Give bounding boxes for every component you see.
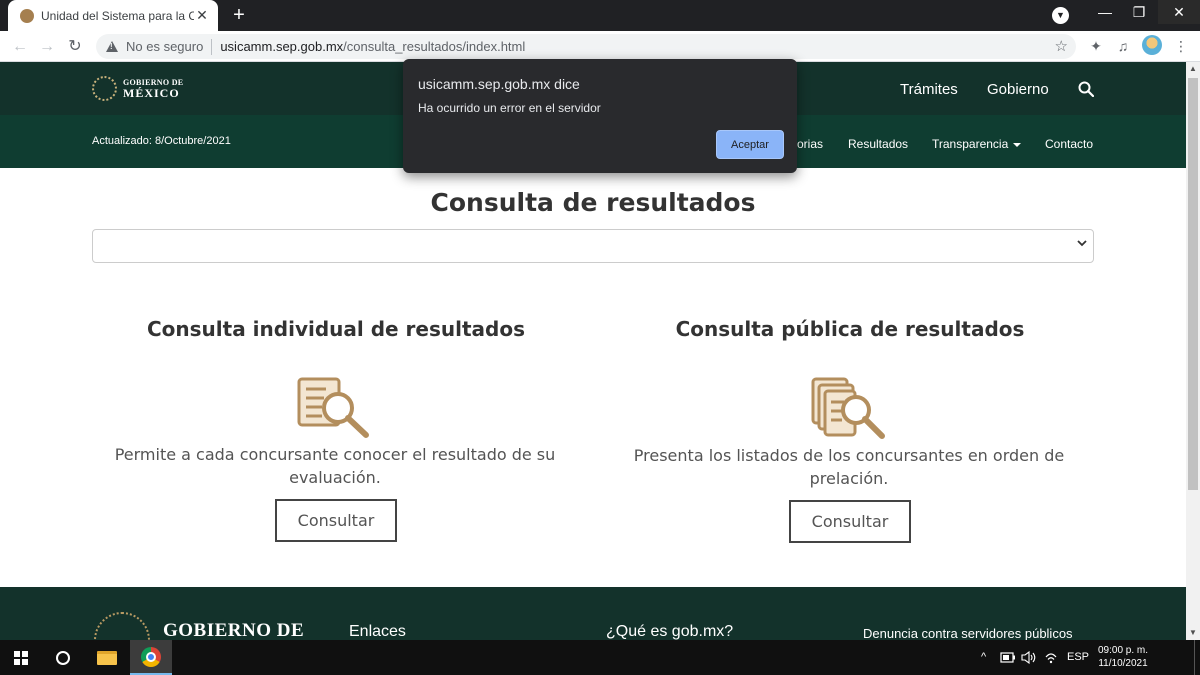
dialog-title: usicamm.sep.gob.mx dice — [418, 76, 580, 92]
scroll-up-icon[interactable]: ▲ — [1186, 62, 1200, 76]
documents-stack-search-icon — [811, 377, 885, 439]
national-seal-icon — [92, 76, 117, 101]
site-favicon-icon — [20, 8, 34, 23]
browser-menu-icon[interactable]: ⋮ — [1170, 35, 1192, 57]
card-publica-description: Presenta los listados de los concursante… — [633, 446, 1065, 488]
url-host[interactable]: usicamm.sep.gob.mx — [220, 39, 343, 54]
close-window-button[interactable]: ✕ — [1158, 0, 1200, 24]
subnav-transparencia-label: Transparencia — [932, 137, 1009, 151]
tray-overflow-icon[interactable]: ^ — [981, 651, 986, 663]
page-scrollbar[interactable]: ▲ ▼ — [1186, 62, 1200, 640]
scroll-thumb[interactable] — [1188, 78, 1198, 490]
url-path[interactable]: /consulta_resultados/index.html — [343, 39, 525, 54]
clock-time: 09:00 p. m. — [1097, 645, 1149, 656]
address-bar[interactable]: No es seguro usicamm.sep.gob.mx /consult… — [96, 34, 1076, 59]
logo-line2: MÉXICO — [123, 85, 180, 100]
folder-icon — [97, 650, 117, 665]
tab-title: Unidad del Sistema para la Carre — [41, 8, 194, 23]
browser-tab[interactable]: Unidad del Sistema para la Carre ✕ — [8, 0, 218, 31]
reload-icon[interactable]: ↻ — [63, 35, 87, 59]
search-icon[interactable] — [1078, 81, 1094, 97]
new-tab-button[interactable]: + — [228, 3, 250, 27]
cortana-icon — [56, 650, 70, 665]
profile-avatar[interactable] — [1142, 35, 1162, 55]
wifi-icon[interactable] — [1044, 651, 1058, 664]
media-control-icon[interactable]: ♫ — [1112, 35, 1134, 57]
dialog-message: Ha ocurrido un error en el servidor — [418, 101, 601, 115]
card-publica-title: Consulta pública de resultados — [675, 317, 1025, 341]
footer-logo-text[interactable]: GOBIERNO DE — [163, 620, 304, 640]
site-footer: GOBIERNO DE Enlaces ¿Qué es gob.mx? Denu… — [0, 587, 1186, 640]
gobierno-logo[interactable]: GOBIERNO DE MÉXICO — [92, 76, 183, 101]
footer-que-es-gobmx[interactable]: ¿Qué es gob.mx? — [606, 623, 733, 640]
scroll-down-icon[interactable]: ▼ — [1186, 626, 1200, 640]
forward-icon[interactable]: → — [35, 35, 59, 59]
subnav-convocatorias[interactable]: orias — [797, 137, 823, 151]
chevron-down-icon — [1077, 240, 1087, 247]
logo-text: GOBIERNO DE MÉXICO — [123, 78, 183, 100]
caret-down-icon — [1013, 142, 1022, 147]
volume-icon[interactable] — [1021, 651, 1037, 664]
footer-seal-icon — [94, 612, 150, 640]
browser-tabstrip: Unidad del Sistema para la Carre ✕ + ▼ —… — [0, 0, 1200, 31]
show-desktop-button[interactable] — [1194, 640, 1195, 675]
extensions-icon[interactable]: ✦ — [1085, 35, 1107, 57]
file-explorer-button[interactable] — [86, 640, 128, 675]
updated-date: Actualizado: 8/Octubre/2021 — [92, 135, 231, 147]
consultar-individual-button[interactable]: Consultar — [275, 499, 397, 542]
back-icon[interactable]: ← — [8, 35, 32, 59]
start-button[interactable] — [0, 640, 42, 675]
maximize-button[interactable]: ❐ — [1124, 0, 1154, 24]
nav-gobierno[interactable]: Gobierno — [987, 81, 1049, 98]
language-indicator[interactable]: ESP — [1067, 651, 1089, 663]
subnav-transparencia[interactable]: Transparencia — [932, 137, 1022, 151]
process-select[interactable] — [92, 229, 1094, 263]
document-search-icon — [297, 377, 369, 438]
consultar-publica-button[interactable]: Consultar — [789, 500, 911, 543]
search-taskbar-button[interactable] — [42, 640, 84, 675]
minimize-button[interactable]: — — [1090, 0, 1120, 24]
footer-enlaces: Enlaces — [349, 623, 406, 640]
footer-denuncia-link[interactable]: Denuncia contra servidores públicos — [863, 626, 1073, 640]
bookmark-star-icon[interactable]: ☆ — [1055, 37, 1068, 55]
chrome-icon — [141, 646, 161, 667]
address-separator — [211, 38, 213, 55]
page-title: Consulta de resultados — [430, 188, 756, 217]
nav-tramites[interactable]: Trámites — [900, 81, 958, 98]
browser-toolbar: ← → ↻ No es seguro usicamm.sep.gob.mx /c… — [0, 31, 1200, 62]
taskbar-clock[interactable]: 09:00 p. m. 11/10/2021 — [1092, 644, 1154, 670]
clock-date: 11/10/2021 — [1098, 658, 1148, 669]
windows-logo-icon — [14, 650, 28, 665]
warning-icon[interactable] — [106, 41, 118, 52]
aceptar-button[interactable]: Aceptar — [716, 130, 784, 159]
card-individual-title: Consulta individual de resultados — [147, 317, 525, 341]
subnav-resultados[interactable]: Resultados — [848, 137, 908, 151]
windows-taskbar: ^ ESP 09:00 p. m. 11/10/2021 — [0, 640, 1200, 675]
alert-dialog: usicamm.sep.gob.mx dice Ha ocurrido un e… — [403, 59, 797, 173]
subnav-contacto[interactable]: Contacto — [1045, 137, 1093, 151]
tab-search-icon[interactable]: ▼ — [1052, 7, 1069, 24]
security-label[interactable]: No es seguro — [126, 39, 203, 54]
battery-icon[interactable] — [1000, 652, 1016, 663]
chrome-taskbar-button[interactable] — [130, 640, 172, 675]
tab-close-icon[interactable]: ✕ — [194, 7, 210, 24]
card-individual-description: Permite a cada concursante conocer el re… — [114, 445, 556, 487]
